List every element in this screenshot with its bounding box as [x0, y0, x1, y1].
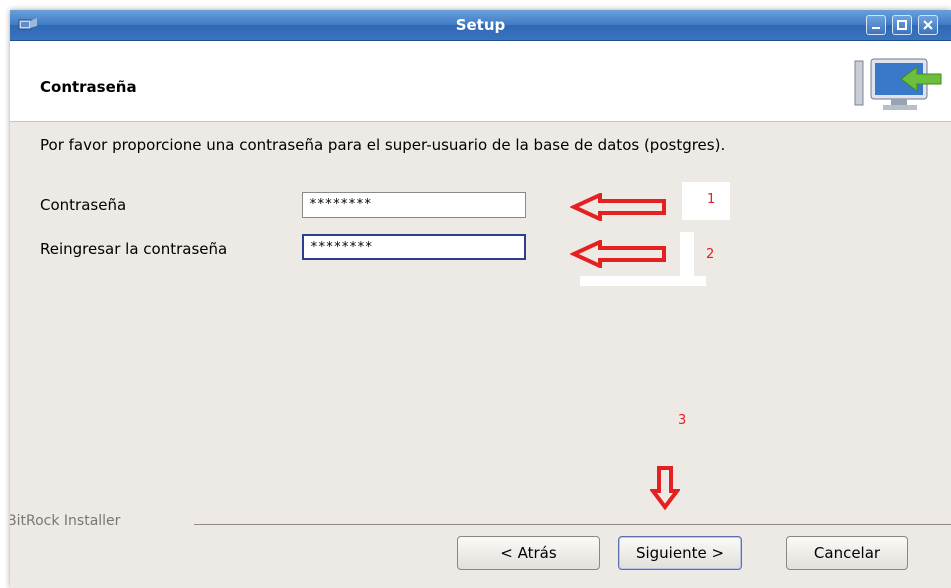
description-text: Por favor proporcione una contraseña par…: [40, 136, 726, 154]
confirm-password-value: ********: [310, 240, 373, 255]
close-button[interactable]: [918, 15, 938, 35]
page-title: Contraseña: [40, 78, 137, 96]
window-title: Setup: [455, 16, 506, 34]
title-bar[interactable]: Setup: [10, 10, 951, 41]
annotation-mask: [680, 232, 694, 280]
annotation-arrow-2-icon: [570, 240, 666, 268]
annotation-label-2: 2: [706, 247, 715, 262]
annotation-label-1: 1: [707, 192, 716, 207]
close-icon: [923, 20, 933, 30]
annotation-mask: [682, 182, 730, 220]
confirm-password-label: Reingresar la contraseña: [40, 240, 228, 258]
confirm-password-input[interactable]: ********: [302, 234, 526, 260]
footer-divider: [194, 524, 951, 525]
next-button[interactable]: Siguiente >: [618, 536, 742, 570]
minimize-button[interactable]: [866, 15, 886, 35]
page-header: Contraseña: [10, 41, 951, 122]
annotation-mask: [580, 276, 706, 286]
password-label: Contraseña: [40, 196, 127, 214]
minimize-icon: [872, 27, 880, 29]
back-button[interactable]: < Atrás: [457, 536, 600, 570]
maximize-button[interactable]: [892, 15, 912, 35]
computer-install-icon: [854, 58, 942, 110]
installer-group-label: BitRock Installer: [10, 513, 121, 529]
annotation-arrow-1-icon: [570, 193, 666, 221]
password-input[interactable]: ********: [302, 192, 526, 218]
annotation-label-3: 3: [678, 413, 687, 428]
cancel-button[interactable]: Cancelar: [786, 536, 908, 570]
password-value: ********: [309, 197, 372, 212]
setup-window: Setup Contraseña Por favor proporcione u…: [10, 10, 951, 588]
maximize-icon: [897, 20, 907, 30]
annotation-arrow-3-icon: [650, 466, 680, 511]
